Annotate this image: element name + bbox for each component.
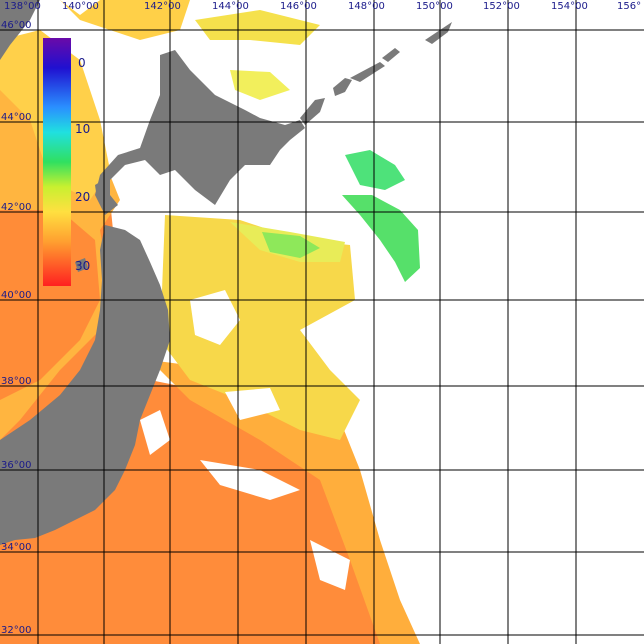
kuril-island-1	[300, 98, 325, 125]
lon-label-146: 146°00	[280, 1, 317, 12]
kuril-island-5	[425, 22, 452, 44]
lon-label-148: 148°00	[348, 1, 385, 12]
lon-label-142: 142°00	[144, 1, 181, 12]
lat-label-36: 36°00	[1, 460, 31, 471]
lat-label-44: 44°00	[1, 112, 31, 123]
lat-label-46: 46°00	[1, 20, 31, 31]
lon-label-144: 144°00	[212, 1, 249, 12]
legend-tick-10: 10	[75, 122, 90, 136]
legend-tick-20: 20	[75, 190, 90, 204]
lon-label-140: 140°00	[62, 1, 99, 12]
kuril-island-3	[350, 62, 385, 82]
lat-label-34: 34°00	[1, 542, 31, 553]
kuril-island-2	[333, 78, 352, 96]
lat-label-32: 32°00	[1, 625, 31, 636]
sst-kuril-patch	[230, 70, 290, 100]
lon-label-152: 152°00	[483, 1, 520, 12]
kuril-island-4	[382, 48, 400, 62]
sst-north-patch-2	[195, 10, 320, 45]
lat-label-40: 40°00	[1, 290, 31, 301]
sst-green-cold	[345, 150, 405, 190]
legend-tick-0: 0	[78, 56, 86, 70]
lon-label-156: 156°	[617, 1, 641, 12]
sst-green-cold-2	[342, 195, 420, 282]
hokkaido	[95, 50, 305, 215]
lon-label-138: 138°00	[4, 1, 41, 12]
lon-label-150: 150°00	[416, 1, 453, 12]
legend-tick-30: 30	[75, 259, 90, 273]
lat-label-42: 42°00	[1, 202, 31, 213]
lon-label-154: 154°00	[551, 1, 588, 12]
sea-surface-temperature-map: 138°00 140°00 142°00 144°00 146°00 148°0…	[0, 0, 644, 644]
legend-color-bar	[43, 38, 71, 286]
lat-label-38: 38°00	[1, 376, 31, 387]
